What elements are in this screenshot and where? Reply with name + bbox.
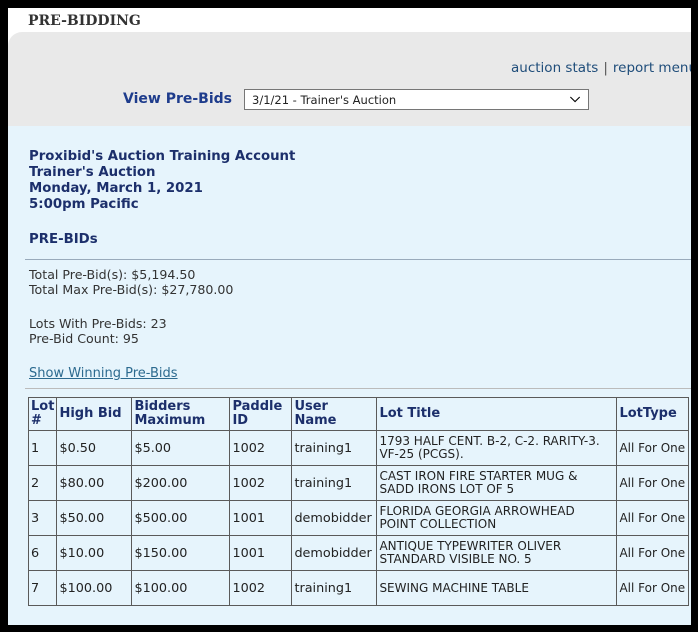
cell-lot-type: All For One [616,570,690,606]
cell-lot-title: FLORIDA GEORGIA ARROWHEAD POINT COLLECTI… [376,500,618,536]
cell-high-bid: $10.00 [56,535,133,571]
browser-viewport: PRE-BIDDING auction stats | report menu Vi… [8,8,691,625]
cell-lot: 6 [27,535,58,571]
cell-lot-type: All For One [616,465,690,501]
cell-lot-title: ANTIQUE TYPEWRITER OLIVER STANDARD VISIB… [376,535,618,571]
cell-bidders-maximum: $100.00 [131,570,231,606]
cell-lot-type: All For One [616,430,690,466]
table-row: 3 $50.00 $500.00 1001 demobidder FLORIDA… [27,500,690,536]
table-row: 7 $100.00 $100.00 1002 training1 SEWING … [27,570,690,606]
total-pre-bids: Total Pre-Bid(s): $5,194.50 [29,267,196,282]
cell-lot-type: All For One [616,535,690,571]
view-pre-bids-label: View Pre-Bids [123,91,232,107]
section-title: PRE-BIDs [29,232,98,247]
cell-bidders-maximum: $5.00 [131,430,231,466]
cell-lot: 1 [27,430,58,466]
cell-lot: 7 [27,570,58,606]
table-row: 6 $10.00 $150.00 1001 demobidder ANTIQUE… [27,535,690,571]
col-header-bidders-maximum: Bidders Maximum [131,397,231,431]
col-header-user-name: User Name [291,397,378,431]
col-header-lot-type: LotType [616,397,690,431]
table-row: 2 $80.00 $200.00 1002 training1 CAST IRO… [27,465,690,501]
cell-paddle-id: 1002 [229,570,293,606]
cell-bidders-maximum: $150.00 [131,535,231,571]
cell-lot: 2 [27,465,58,501]
table-header-row: Lot # High Bid Bidders Maximum Paddle ID… [27,397,690,431]
auction-select[interactable]: 3/1/21 - Trainer's Auction ⌵ [244,89,589,110]
cell-user-name: training1 [291,570,378,606]
pre-bids-table: Lot # High Bid Bidders Maximum Paddle ID… [27,397,690,606]
col-header-high-bid: High Bid [56,397,133,431]
cell-lot-title: CAST IRON FIRE STARTER MUG & SADD IRONS … [376,465,618,501]
total-max-pre-bids: Total Max Pre-Bid(s): $27,780.00 [29,282,234,297]
cell-user-name: training1 [291,465,378,501]
cell-paddle-id: 1002 [229,465,293,501]
cell-lot-type: All For One [616,500,690,536]
cell-lot: 3 [27,500,58,536]
cell-high-bid: $0.50 [56,430,133,466]
link-separator: | [603,60,608,76]
cell-lot-title: SEWING MACHINE TABLE [376,570,618,606]
auction-name: Trainer's Auction [29,165,156,180]
auction-time: 5:00pm Pacific [29,197,139,212]
divider [25,259,691,260]
cell-high-bid: $80.00 [56,465,133,501]
chevron-down-icon: ⌵ [570,91,580,106]
col-header-lot: Lot # [27,397,58,431]
cell-paddle-id: 1001 [229,500,293,536]
cell-bidders-maximum: $500.00 [131,500,231,536]
pre-bid-count: Pre-Bid Count: 95 [29,331,139,346]
auction-select-value: 3/1/21 - Trainer's Auction [252,93,397,107]
cell-user-name: demobidder [291,535,378,571]
table-row: 1 $0.50 $5.00 1002 training1 1793 HALF C… [27,430,690,466]
top-links: auction stats | report menu [511,60,691,76]
col-header-lot-title: Lot Title [376,397,618,431]
page-title: PRE-BIDDING [28,13,141,29]
auction-date: Monday, March 1, 2021 [29,181,203,196]
cell-high-bid: $50.00 [56,500,133,536]
lots-with-pre-bids: Lots With Pre-Bids: 23 [29,316,167,331]
auction-stats-link[interactable]: auction stats [511,60,598,76]
divider [25,388,691,389]
cell-bidders-maximum: $200.00 [131,465,231,501]
header-panel: auction stats | report menu View Pre-Bids … [8,32,691,137]
show-winning-pre-bids-link[interactable]: Show Winning Pre-Bids [29,366,178,381]
report-menu-link[interactable]: report menu [613,60,691,76]
cell-paddle-id: 1002 [229,430,293,466]
cell-paddle-id: 1001 [229,535,293,571]
cell-user-name: demobidder [291,500,378,536]
account-name: Proxibid's Auction Training Account [29,149,296,164]
cell-lot-title: 1793 HALF CENT. B-2, C-2. RARITY-3. VF-2… [376,430,618,466]
cell-high-bid: $100.00 [56,570,133,606]
col-header-paddle-id: Paddle ID [229,397,293,431]
cell-user-name: training1 [291,430,378,466]
